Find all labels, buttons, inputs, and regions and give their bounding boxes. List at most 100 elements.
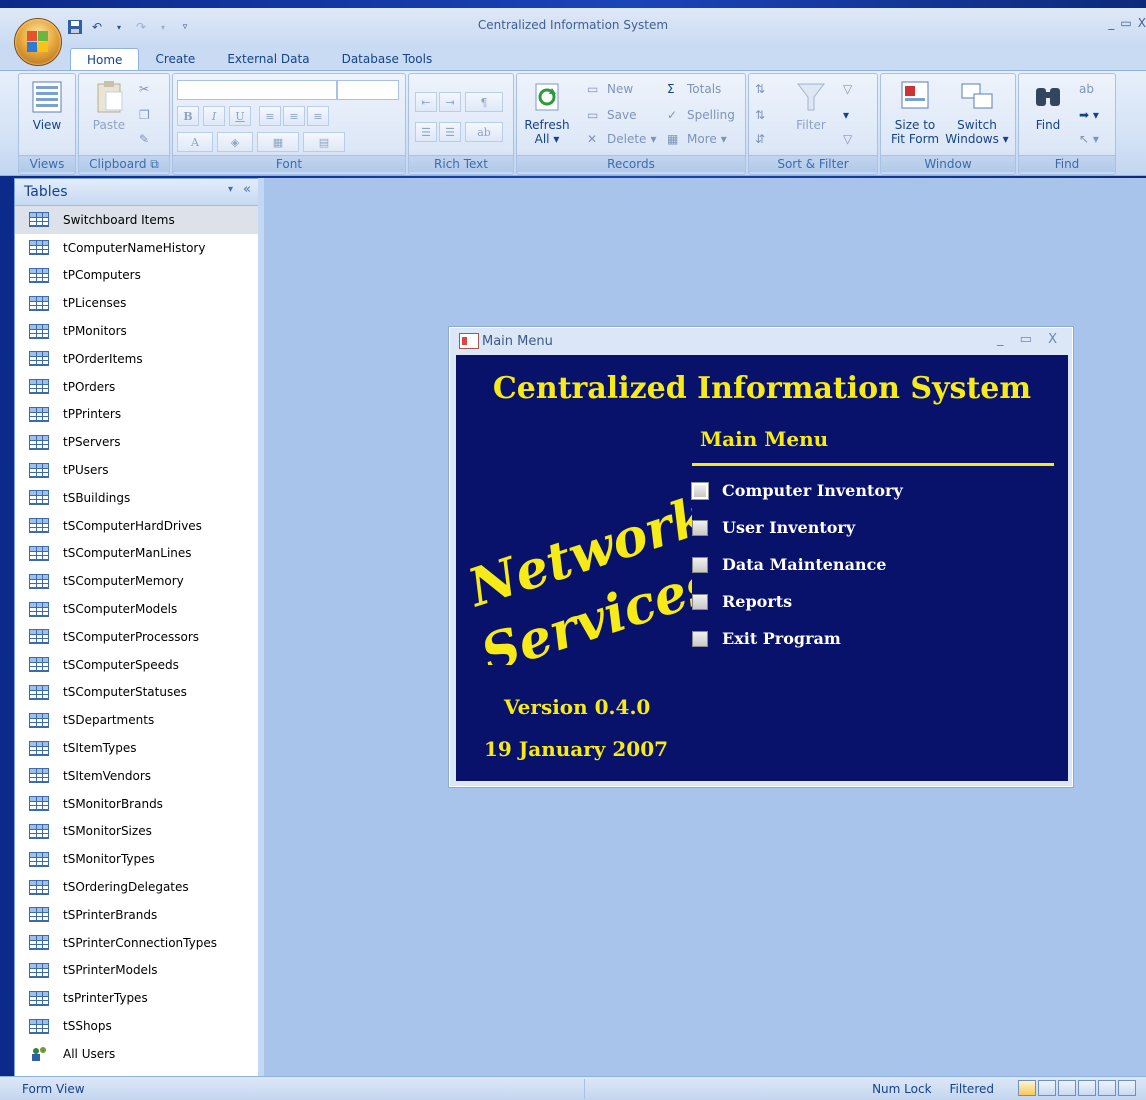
goto-icon[interactable]: ➡ ▾ (1079, 108, 1099, 122)
nav-item[interactable]: tSBuildings (15, 484, 259, 512)
office-button[interactable] (14, 18, 62, 66)
nav-item[interactable]: tSComputerStatuses (15, 679, 259, 707)
gridlines-icon[interactable]: ▦ (257, 132, 299, 152)
select-icon[interactable]: ↖ ▾ (1079, 132, 1099, 146)
spelling-button[interactable]: ✓ Spelling (667, 108, 735, 122)
menu-button-icon[interactable] (692, 630, 708, 647)
menu-button-icon[interactable] (692, 556, 708, 573)
toggle-filter-icon[interactable]: ▽ (843, 132, 852, 146)
menu-item-user-inventory[interactable]: User Inventory (692, 518, 855, 537)
switch-windows-button[interactable]: Switch Windows ▾ (943, 80, 1011, 146)
refresh-all-button[interactable]: Refresh All ▾ (521, 80, 573, 146)
increase-indent-icon[interactable]: ⇥ (439, 92, 461, 112)
nav-item[interactable]: tSComputerProcessors (15, 623, 259, 651)
copy-icon[interactable]: ❐ (139, 108, 150, 122)
tab-create[interactable]: Create (139, 48, 211, 70)
menu-button-icon[interactable] (692, 593, 708, 610)
nav-item[interactable]: tComputerNameHistory (15, 234, 259, 262)
numbered-list-icon[interactable]: ☰ (415, 122, 437, 142)
replace-icon[interactable]: ab (1079, 82, 1094, 96)
nav-item[interactable]: tPMonitors (15, 317, 259, 345)
selection-filter-icon[interactable]: ▽ (843, 82, 852, 96)
nav-item[interactable]: tSComputerMemory (15, 567, 259, 595)
nav-item[interactable]: tSItemTypes (15, 734, 259, 762)
highlight-icon[interactable]: ab (465, 122, 503, 142)
font-size-combo[interactable] (337, 80, 399, 100)
menu-item-reports[interactable]: Reports (692, 592, 792, 611)
align-left-icon[interactable]: ≡ (259, 106, 281, 126)
pivot-chart-view-icon[interactable] (1078, 1080, 1096, 1096)
menu-button-icon[interactable] (692, 519, 708, 536)
view-button[interactable]: View (25, 80, 69, 132)
nav-item[interactable]: tPServers (15, 428, 259, 456)
bold-button[interactable]: B (177, 106, 199, 126)
delete-record-button[interactable]: ✕ Delete ▾ (587, 132, 656, 146)
bullet-list-icon[interactable]: ☰ (439, 122, 461, 142)
nav-item[interactable]: tSComputerModels (15, 595, 259, 623)
datasheet-view-icon[interactable] (1038, 1080, 1056, 1096)
align-right-icon[interactable]: ≡ (307, 106, 329, 126)
nav-item[interactable]: tSMonitorTypes (15, 845, 259, 873)
nav-item[interactable]: All Users (15, 1040, 259, 1068)
save-record-button[interactable]: ▭ Save (587, 108, 636, 122)
nav-item[interactable]: tSComputerHardDrives (15, 512, 259, 540)
collapse-pane-icon[interactable]: « (243, 182, 251, 197)
tab-external-data[interactable]: External Data (211, 48, 325, 70)
font-name-combo[interactable] (177, 80, 337, 100)
font-color-button[interactable]: A (177, 132, 213, 152)
totals-button[interactable]: Σ Totals (667, 82, 721, 96)
nav-item[interactable]: tPPrinters (15, 401, 259, 429)
format-painter-icon[interactable]: ✎ (139, 132, 149, 146)
nav-item[interactable]: tPLicenses (15, 289, 259, 317)
maximize-button[interactable]: ▭ (1120, 16, 1131, 30)
filter-button[interactable]: Filter (785, 80, 837, 132)
fill-color-icon[interactable]: ◈ (217, 132, 253, 152)
find-button[interactable]: Find (1025, 80, 1071, 132)
new-record-button[interactable]: ▭ New (587, 82, 633, 96)
nav-item[interactable]: tPUsers (15, 456, 259, 484)
nav-item[interactable]: tSComputerManLines (15, 540, 259, 568)
layout-view-icon[interactable] (1098, 1080, 1116, 1096)
nav-item[interactable]: Switchboard Items (15, 206, 259, 234)
tab-database-tools[interactable]: Database Tools (326, 48, 449, 70)
more-button[interactable]: ▦ More ▾ (667, 132, 727, 146)
nav-item[interactable]: tSDepartments (15, 706, 259, 734)
nav-item[interactable]: tSMonitorBrands (15, 790, 259, 818)
nav-item[interactable]: tPOrders (15, 373, 259, 401)
form-view-icon[interactable] (1018, 1080, 1036, 1096)
menu-button-icon[interactable] (691, 481, 709, 500)
paste-button[interactable]: Paste (87, 80, 131, 132)
sort-descending-icon[interactable]: ⇅ (755, 108, 765, 122)
align-center-icon[interactable]: ≡ (283, 106, 305, 126)
alternate-fill-icon[interactable]: ▤ (303, 132, 345, 152)
minimize-button[interactable]: _ (1108, 16, 1114, 30)
form-title-bar[interactable]: Main Menu _ ▭ X (449, 327, 1073, 355)
nav-item[interactable]: tSShops (15, 1012, 259, 1040)
clear-sort-icon[interactable]: ⇵ (755, 132, 765, 146)
nav-item[interactable]: tSPrinterConnectionTypes (15, 929, 259, 957)
dialog-launcher-icon[interactable]: ⧉ (150, 157, 159, 171)
menu-item-exit-program[interactable]: Exit Program (692, 629, 841, 648)
underline-button[interactable]: U (229, 106, 251, 126)
form-window-controls[interactable]: _ ▭ X (997, 332, 1063, 347)
sort-ascending-icon[interactable]: ⇅ (755, 82, 765, 96)
menu-item-computer-inventory[interactable]: Computer Inventory (691, 481, 903, 500)
paragraph-icon[interactable]: ¶ (465, 92, 503, 112)
close-button[interactable]: X (1138, 16, 1146, 30)
pivot-table-view-icon[interactable] (1058, 1080, 1076, 1096)
nav-item[interactable]: tSItemVendors (15, 762, 259, 790)
cut-icon[interactable]: ✂ (139, 82, 149, 96)
italic-button[interactable]: I (203, 106, 225, 126)
nav-item[interactable]: tsPrinterTypes (15, 984, 259, 1012)
nav-item[interactable]: tSPrinterModels (15, 957, 259, 985)
advanced-filter-icon[interactable]: ▾ (843, 108, 849, 122)
nav-item[interactable]: tSPrinterBrands (15, 901, 259, 929)
nav-header[interactable]: Tables ▾ « (15, 179, 259, 206)
decrease-indent-icon[interactable]: ⇤ (415, 92, 437, 112)
nav-item[interactable]: tPOrderItems (15, 345, 259, 373)
design-view-icon[interactable] (1118, 1080, 1136, 1096)
size-to-fit-form-button[interactable]: Size to Fit Form (885, 80, 945, 146)
tab-home[interactable]: Home (70, 48, 140, 71)
nav-item[interactable]: tSMonitorSizes (15, 818, 259, 846)
menu-item-data-maintenance[interactable]: Data Maintenance (692, 555, 886, 574)
